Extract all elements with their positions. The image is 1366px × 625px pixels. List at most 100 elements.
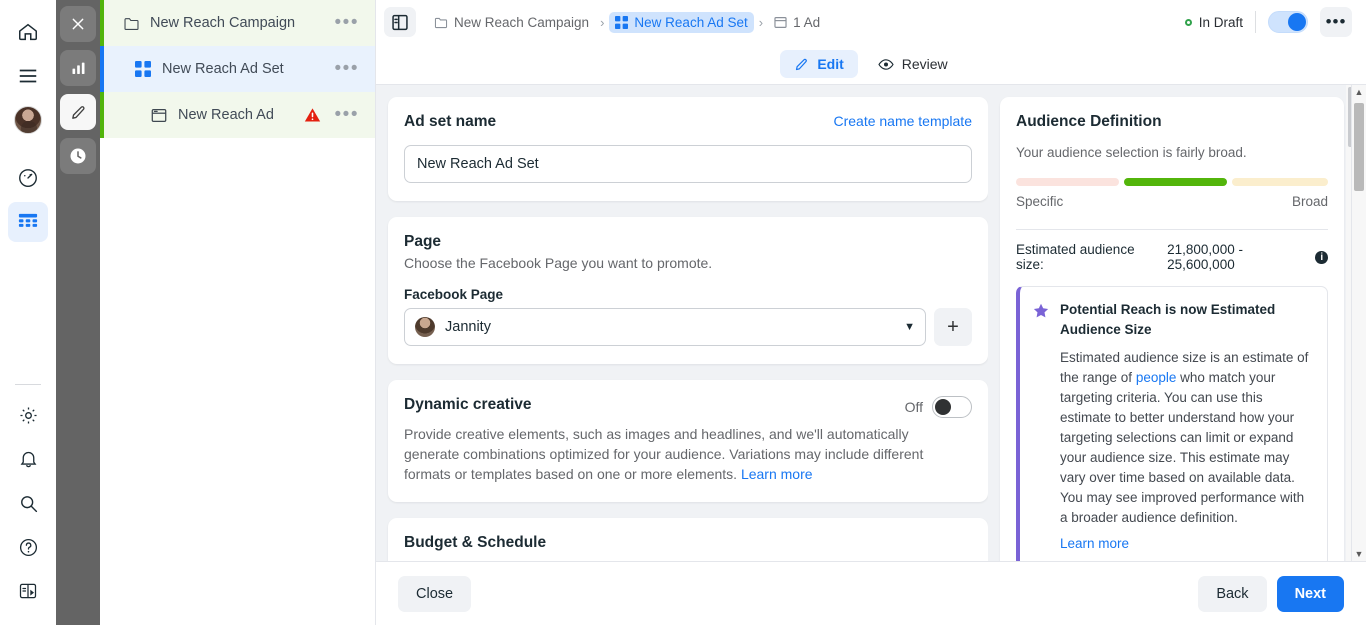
callout-body: Estimated audience size is an estimate o…	[1060, 348, 1313, 554]
next-button[interactable]: Next	[1277, 576, 1344, 612]
bell-icon[interactable]	[8, 439, 48, 479]
warning-icon[interactable]	[304, 107, 321, 123]
campaign-tree-panel: New Reach Campaign ••• New Reach Ad Set …	[100, 0, 376, 625]
dynamic-creative-toggle[interactable]	[932, 396, 972, 418]
home-icon[interactable]	[8, 12, 48, 52]
table-icon[interactable]	[8, 202, 48, 242]
avatar[interactable]	[8, 100, 48, 140]
gauge-segment-active	[1124, 178, 1227, 186]
pencil-icon[interactable]	[60, 94, 96, 130]
tab-edit[interactable]: Edit	[780, 50, 857, 78]
status-bar	[100, 92, 104, 138]
publish-toggle[interactable]	[1268, 11, 1308, 33]
dynamic-creative-learn-more-link[interactable]: Learn more	[741, 466, 813, 482]
editor-tabs: Edit Review	[376, 44, 1366, 84]
more-options-button[interactable]: •••	[1320, 7, 1352, 37]
dynamic-creative-body: Provide creative elements, such as image…	[404, 424, 924, 484]
breadcrumb-ads-label: 1 Ad	[793, 15, 820, 30]
estimate-value: 21,800,000 - 25,600,000	[1167, 242, 1309, 272]
gauge-label-specific: Specific	[1016, 194, 1063, 209]
close-button[interactable]: Close	[398, 576, 471, 612]
people-link[interactable]: people	[1136, 370, 1177, 385]
callout-title: Potential Reach is now Estimated Audienc…	[1060, 300, 1313, 340]
audience-definition-card: Audience Definition Your audience select…	[1000, 97, 1344, 561]
audience-summary: Your audience selection is fairly broad.	[1016, 145, 1328, 160]
budget-schedule-title: Budget & Schedule	[404, 534, 972, 552]
grid-icon	[132, 61, 154, 77]
scroll-up-arrow[interactable]: ▲	[1355, 85, 1364, 99]
dynamic-creative-toggle-label: Off	[905, 399, 923, 415]
tree-row-label: New Reach Ad	[178, 107, 304, 123]
tab-review[interactable]: Review	[864, 50, 962, 78]
form-column: Ad set name Create name template Page Ch…	[376, 85, 988, 561]
bar-chart-icon[interactable]	[60, 50, 96, 86]
create-name-template-link[interactable]: Create name template	[833, 113, 972, 129]
status-badge: In Draft	[1185, 15, 1243, 30]
editor-tool-strip	[56, 0, 100, 625]
info-icon[interactable]: i	[1315, 251, 1328, 264]
facebook-page-select[interactable]: Jannity ▼	[404, 308, 926, 346]
row-menu-button[interactable]: •••	[331, 18, 363, 28]
speedometer-icon[interactable]	[8, 158, 48, 198]
panel-toggle-icon[interactable]	[384, 7, 416, 37]
dynamic-creative-card: Dynamic creative Off Provide creative el…	[388, 380, 988, 502]
facebook-page-label: Facebook Page	[404, 287, 972, 302]
facebook-page-value: Jannity	[445, 319, 904, 335]
status-dot-icon	[1185, 19, 1192, 26]
star-icon	[1032, 300, 1050, 554]
page-avatar	[415, 317, 435, 337]
divider	[1255, 11, 1256, 33]
panel-icon[interactable]	[8, 571, 48, 611]
search-icon[interactable]	[8, 483, 48, 523]
callout-learn-more-link[interactable]: Learn more	[1060, 536, 1129, 551]
menu-icon[interactable]	[8, 56, 48, 96]
gauge-segment-broad	[1232, 178, 1328, 186]
top-bar-right: In Draft •••	[1185, 7, 1352, 37]
tab-review-label: Review	[902, 56, 948, 72]
back-button[interactable]: Back	[1198, 576, 1266, 612]
folder-icon	[120, 16, 142, 31]
page-subtitle: Choose the Facebook Page you want to pro…	[404, 255, 972, 271]
breadcrumb-adset[interactable]: New Reach Ad Set	[609, 12, 753, 33]
adset-name-card: Ad set name Create name template	[388, 97, 988, 201]
dynamic-creative-title: Dynamic creative	[404, 396, 532, 414]
audience-definition-title: Audience Definition	[1016, 113, 1328, 131]
row-menu-button[interactable]: •••	[331, 110, 363, 120]
chevron-right-icon: ›	[758, 15, 764, 30]
scrollbar-thumb[interactable]	[1354, 103, 1364, 191]
global-nav-rail	[0, 0, 56, 625]
tab-edit-label: Edit	[817, 56, 843, 72]
divider	[1016, 229, 1328, 230]
breadcrumb-ads[interactable]: 1 Ad	[768, 12, 826, 33]
scroll-down-arrow[interactable]: ▼	[1355, 547, 1364, 561]
tree-row[interactable]: New Reach Ad •••	[100, 92, 375, 138]
audience-gauge	[1016, 178, 1328, 186]
tree-row[interactable]: New Reach Campaign •••	[100, 0, 375, 46]
rail-divider	[15, 384, 41, 385]
breadcrumb: New Reach Campaign › New Reach Ad Set › …	[428, 12, 826, 33]
page-card: Page Choose the Facebook Page you want t…	[388, 217, 988, 364]
tree-row-label: New Reach Campaign	[150, 15, 331, 31]
help-icon[interactable]	[8, 527, 48, 567]
main-content: New Reach Campaign › New Reach Ad Set › …	[376, 0, 1366, 625]
clock-icon[interactable]	[60, 138, 96, 174]
gear-icon[interactable]	[8, 395, 48, 435]
adset-name-input[interactable]	[404, 145, 972, 183]
breadcrumb-adset-label: New Reach Ad Set	[634, 15, 747, 30]
budget-schedule-card: Budget & Schedule	[388, 518, 988, 561]
gauge-label-broad: Broad	[1292, 194, 1328, 209]
estimated-audience-size: Estimated audience size: 21,800,000 - 25…	[1016, 242, 1328, 272]
breadcrumb-campaign[interactable]: New Reach Campaign	[428, 12, 595, 33]
status-bar	[100, 46, 104, 92]
chevron-right-icon: ›	[599, 15, 605, 30]
add-page-button[interactable]: +	[934, 308, 972, 346]
page-scrollbar[interactable]: ▲ ▼	[1351, 85, 1366, 561]
audience-column: Audience Definition Your audience select…	[988, 85, 1366, 561]
status-bar	[100, 0, 104, 46]
estimate-label: Estimated audience size:	[1016, 242, 1161, 272]
row-menu-button[interactable]: •••	[331, 64, 363, 74]
estimated-audience-callout: Potential Reach is now Estimated Audienc…	[1016, 286, 1328, 561]
adset-name-title: Ad set name	[404, 113, 496, 131]
tree-row[interactable]: New Reach Ad Set •••	[100, 46, 375, 92]
close-icon[interactable]	[60, 6, 96, 42]
